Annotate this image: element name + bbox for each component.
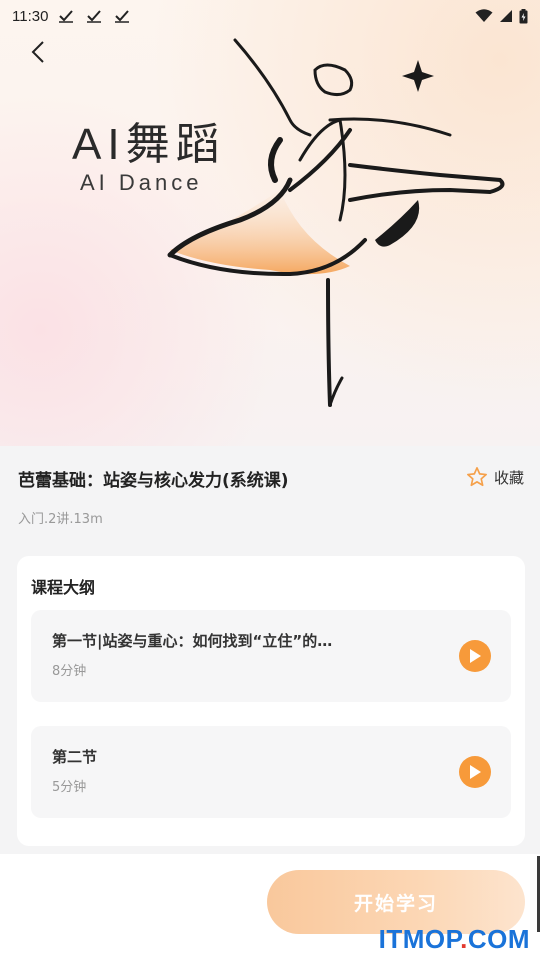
course-title: 芭蕾基础：站姿与核心发力(系统课) [18, 471, 289, 491]
check-notification-icon [87, 10, 102, 23]
lesson-duration: 8分钟 [52, 664, 87, 679]
lesson-name: 第二节 [52, 748, 98, 766]
outline-title: 课程大纲 [31, 578, 96, 597]
watermark-suffix: COM [467, 924, 530, 954]
back-button[interactable] [22, 36, 54, 68]
favorite-label: 收藏 [493, 468, 524, 487]
lesson-duration: 5分钟 [52, 780, 87, 795]
play-icon [470, 765, 481, 779]
star-icon [466, 467, 487, 487]
course-outline-card: 课程大纲 第一节|站姿与重心：如何找到“立住”的… 8分钟 第二节 5分钟 [17, 556, 525, 846]
course-meta: 入门.2讲.13m [18, 512, 103, 527]
watermark-text: ITMOP [378, 924, 461, 954]
hero-banner: 11:30 AI舞蹈 AI Dance [0, 0, 540, 446]
lesson-item[interactable]: 第一节|站姿与重心：如何找到“立住”的… 8分钟 [31, 610, 511, 702]
notification-icons [58, 9, 130, 23]
wifi-icon [475, 9, 493, 22]
course-header: 芭蕾基础：站姿与核心发力(系统课) 收藏 [18, 466, 528, 491]
check-notification-icon [59, 10, 74, 23]
battery-icon [519, 8, 528, 23]
favorite-button[interactable]: 收藏 [466, 466, 524, 488]
ballerina-illustration [167, 38, 505, 407]
status-bar: 11:30 [0, 0, 540, 32]
signal-icon [500, 10, 512, 22]
play-button[interactable] [459, 756, 491, 788]
check-notification-icon [115, 10, 130, 23]
play-icon [470, 649, 481, 663]
watermark-dot: . [460, 924, 468, 954]
lesson-item[interactable]: 第二节 5分钟 [31, 726, 511, 818]
watermark: ITMOP.COM [379, 924, 530, 955]
chevron-left-icon [31, 41, 44, 63]
play-button[interactable] [459, 640, 491, 672]
status-time: 11:30 [12, 7, 49, 25]
lesson-name: 第一节|站姿与重心：如何找到“立住”的… [52, 632, 333, 650]
